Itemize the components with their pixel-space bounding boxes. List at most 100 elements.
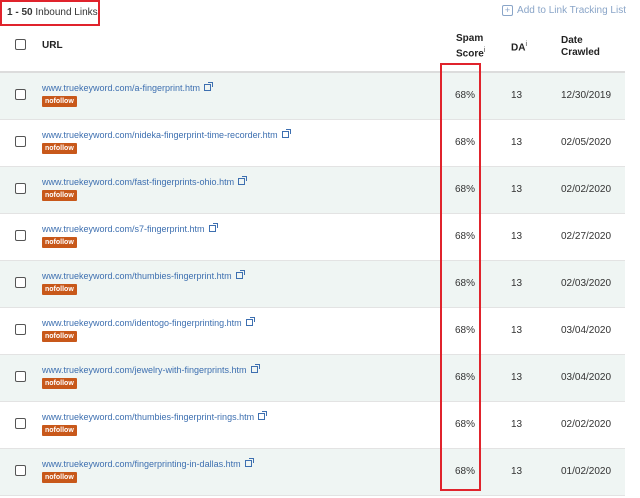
- row-checkbox[interactable]: [15, 277, 26, 288]
- row-checkbox[interactable]: [15, 136, 26, 147]
- link-url[interactable]: www.truekeyword.com/thumbies-fingerprint…: [42, 411, 268, 422]
- link-url[interactable]: www.truekeyword.com/nideka-fingerprint-t…: [42, 129, 291, 140]
- link-url-text[interactable]: www.truekeyword.com/thumbies-fingerprint…: [42, 412, 254, 422]
- table-row: www.truekeyword.com/s7-fingerprint.htm n…: [0, 214, 625, 261]
- info-icon[interactable]: i: [484, 47, 486, 54]
- spam-score: 68%: [455, 325, 476, 336]
- spam-score: 68%: [455, 278, 476, 289]
- spam-score: 68%: [455, 90, 476, 101]
- select-all-checkbox[interactable]: [15, 39, 26, 50]
- date-crawled: 03/04/2020: [561, 372, 612, 383]
- row-checkbox[interactable]: [15, 230, 26, 241]
- table-row: www.truekeyword.com/fingerprinting-in-da…: [0, 449, 625, 496]
- table-row: www.truekeyword.com/identogo-fingerprint…: [0, 308, 625, 355]
- nofollow-badge: nofollow: [42, 425, 77, 436]
- external-link-icon[interactable]: [281, 129, 291, 138]
- link-url[interactable]: www.truekeyword.com/thumbies-fingerprint…: [42, 270, 245, 281]
- link-url-text[interactable]: www.truekeyword.com/thumbies-fingerprint…: [42, 271, 232, 281]
- spam-score: 68%: [455, 419, 476, 430]
- table-row: www.truekeyword.com/thumbies-fingerprint…: [0, 402, 625, 449]
- external-link-icon[interactable]: [258, 411, 268, 420]
- link-url-text[interactable]: www.truekeyword.com/jewelry-with-fingerp…: [42, 365, 247, 375]
- nofollow-badge: nofollow: [42, 190, 77, 201]
- row-checkbox[interactable]: [15, 324, 26, 335]
- external-link-icon[interactable]: [238, 176, 248, 185]
- link-url-text[interactable]: www.truekeyword.com/fast-fingerprints-oh…: [42, 177, 234, 187]
- link-url-text[interactable]: www.truekeyword.com/fingerprinting-in-da…: [42, 459, 241, 469]
- column-url[interactable]: URL: [42, 40, 63, 51]
- table-row: www.truekeyword.com/fast-fingerprints-oh…: [0, 167, 625, 214]
- date-crawled: 02/02/2020: [561, 419, 612, 430]
- nofollow-badge: nofollow: [42, 143, 77, 154]
- link-url-text[interactable]: www.truekeyword.com/s7-fingerprint.htm: [42, 224, 205, 234]
- row-checkbox[interactable]: [15, 371, 26, 382]
- table-row: www.truekeyword.com/jewelry-with-fingerp…: [0, 355, 625, 402]
- link-url[interactable]: www.truekeyword.com/a-fingerprint.htm: [42, 82, 214, 93]
- external-link-icon[interactable]: [208, 223, 218, 232]
- date-header-line1: Date: [561, 35, 583, 46]
- domain-authority: 13: [511, 278, 523, 289]
- results-toolbar: 1 - 50 Inbound Links + Add to Link Track…: [0, 0, 640, 26]
- spam-header-line2: Score: [456, 48, 484, 60]
- row-checkbox[interactable]: [15, 183, 26, 194]
- results-range: 1 - 50: [7, 7, 33, 18]
- row-checkbox[interactable]: [15, 418, 26, 429]
- link-url[interactable]: www.truekeyword.com/fast-fingerprints-oh…: [42, 176, 248, 187]
- link-url[interactable]: www.truekeyword.com/identogo-fingerprint…: [42, 317, 255, 328]
- add-to-tracking-button[interactable]: + Add to Link Tracking List: [502, 5, 626, 16]
- spam-score: 68%: [455, 184, 476, 195]
- link-url-text[interactable]: www.truekeyword.com/identogo-fingerprint…: [42, 318, 242, 328]
- info-icon[interactable]: i: [525, 41, 527, 48]
- domain-authority: 13: [511, 184, 523, 195]
- date-crawled: 02/05/2020: [561, 137, 612, 148]
- nofollow-badge: nofollow: [42, 237, 77, 248]
- spam-header-line1: Spam: [456, 33, 484, 44]
- link-url[interactable]: www.truekeyword.com/fingerprinting-in-da…: [42, 458, 254, 469]
- table-row: www.truekeyword.com/nideka-fingerprint-t…: [0, 120, 625, 167]
- row-checkbox[interactable]: [15, 89, 26, 100]
- nofollow-badge: nofollow: [42, 284, 77, 295]
- domain-authority: 13: [511, 231, 523, 242]
- link-table-body: www.truekeyword.com/a-fingerprint.htm no…: [0, 73, 625, 496]
- link-url-text[interactable]: www.truekeyword.com/nideka-fingerprint-t…: [42, 130, 278, 140]
- column-da[interactable]: DAi: [511, 41, 527, 53]
- column-spam-score[interactable]: Spam Scorei: [456, 33, 485, 60]
- external-link-icon[interactable]: [250, 364, 260, 373]
- external-link-icon[interactable]: [244, 458, 254, 467]
- date-crawled: 03/04/2020: [561, 325, 612, 336]
- spam-score: 68%: [455, 231, 476, 242]
- date-crawled: 02/03/2020: [561, 278, 612, 289]
- external-link-icon[interactable]: [245, 317, 255, 326]
- external-link-icon[interactable]: [204, 82, 214, 91]
- add-to-tracking-label: Add to Link Tracking List: [517, 5, 626, 16]
- nofollow-badge: nofollow: [42, 96, 77, 107]
- domain-authority: 13: [511, 372, 523, 383]
- domain-authority: 13: [511, 325, 523, 336]
- table-row: www.truekeyword.com/a-fingerprint.htm no…: [0, 73, 625, 120]
- domain-authority: 13: [511, 137, 523, 148]
- column-date-crawled[interactable]: Date Crawled: [561, 35, 600, 59]
- date-crawled: 02/02/2020: [561, 184, 612, 195]
- nofollow-badge: nofollow: [42, 331, 77, 342]
- link-url[interactable]: www.truekeyword.com/s7-fingerprint.htm: [42, 223, 218, 234]
- date-crawled: 12/30/2019: [561, 90, 612, 101]
- link-url[interactable]: www.truekeyword.com/jewelry-with-fingerp…: [42, 364, 260, 375]
- date-crawled: 02/27/2020: [561, 231, 612, 242]
- link-url-text[interactable]: www.truekeyword.com/a-fingerprint.htm: [42, 83, 200, 93]
- row-checkbox[interactable]: [15, 465, 26, 476]
- domain-authority: 13: [511, 466, 523, 477]
- da-header-label: DA: [511, 42, 526, 54]
- date-crawled: 01/02/2020: [561, 466, 612, 477]
- spam-score: 68%: [455, 466, 476, 477]
- results-count: 1 - 50 Inbound Links: [0, 0, 100, 26]
- table-header: URL Spam Scorei DAi Date Crawled: [0, 26, 625, 73]
- table-row: www.truekeyword.com/thumbies-fingerprint…: [0, 261, 625, 308]
- date-header-line2: Crawled: [561, 47, 600, 58]
- nofollow-badge: nofollow: [42, 472, 77, 483]
- plus-square-icon: +: [502, 5, 514, 16]
- domain-authority: 13: [511, 419, 523, 430]
- nofollow-badge: nofollow: [42, 378, 77, 389]
- external-link-icon[interactable]: [235, 270, 245, 279]
- domain-authority: 13: [511, 90, 523, 101]
- results-label: Inbound Links: [35, 7, 98, 18]
